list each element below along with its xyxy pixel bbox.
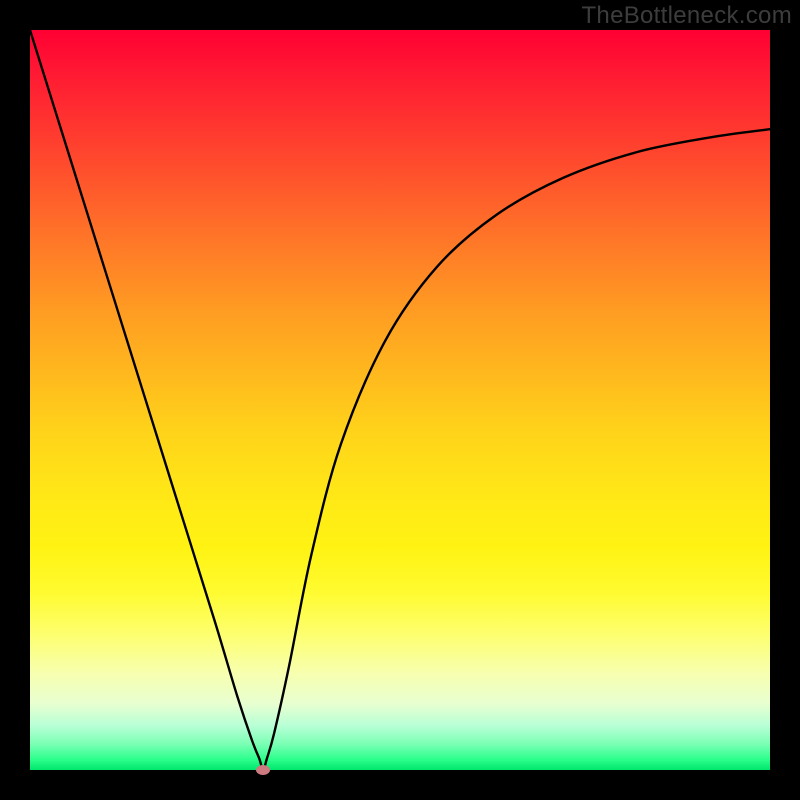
watermark-text: TheBottleneck.com: [581, 2, 792, 30]
plot-area: [30, 30, 770, 770]
chart-frame: TheBottleneck.com: [0, 0, 800, 800]
bottleneck-curve: [30, 30, 770, 770]
minimum-marker: [256, 765, 270, 775]
